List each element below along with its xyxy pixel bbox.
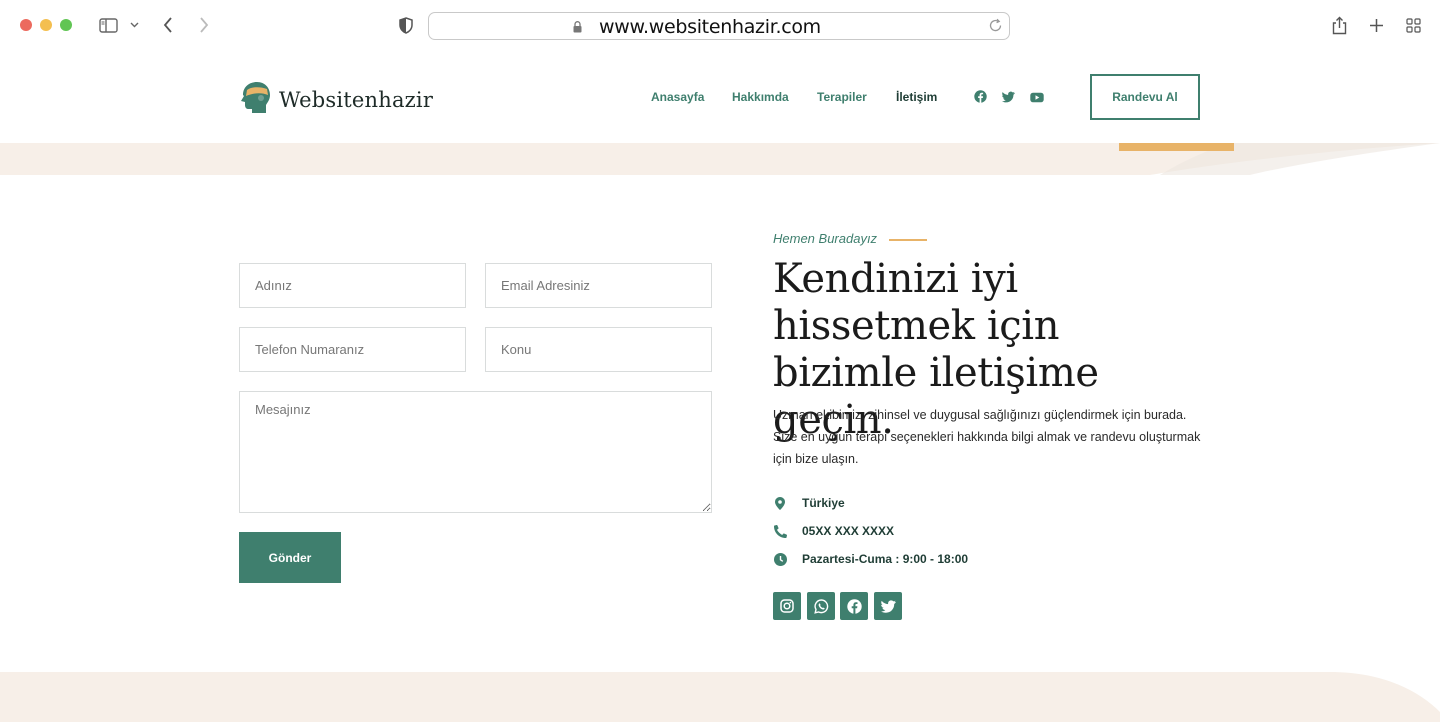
lock-icon <box>573 20 582 38</box>
location-row: Türkiye <box>773 494 845 512</box>
nav-item-hakkimda[interactable]: Hakkımda <box>732 90 789 104</box>
new-tab-icon[interactable] <box>1367 14 1385 36</box>
instagram-icon[interactable] <box>773 592 801 620</box>
forward-icon[interactable] <box>196 14 212 36</box>
message-field[interactable] <box>239 391 712 513</box>
twitter-icon[interactable] <box>874 592 902 620</box>
nav-item-iletisim[interactable]: İletişim <box>896 90 937 104</box>
intro-text: Uzman ekibimiz, zihinsel ve duygusal sağ… <box>773 408 1201 466</box>
tab-overview-icon[interactable] <box>1404 14 1422 36</box>
eyebrow-divider <box>889 239 927 241</box>
site-header: Websitenhazir Anasayfa Hakkımda Terapile… <box>0 52 1440 143</box>
share-icon[interactable] <box>1330 14 1348 36</box>
nav-item-terapiler[interactable]: Terapiler <box>817 90 867 104</box>
phone-field[interactable] <box>239 327 466 372</box>
sidebar-toggle-icon[interactable] <box>98 14 118 36</box>
clock-icon <box>773 552 787 566</box>
phone-row: 05XX XXX XXXX <box>773 522 894 540</box>
brand-name: Websitenhazir <box>279 88 434 112</box>
facebook-icon[interactable] <box>840 592 868 620</box>
whatsapp-icon[interactable] <box>807 592 835 620</box>
browser-chrome: www.websitenhazir.com <box>0 0 1440 52</box>
zoom-window-button[interactable] <box>60 19 72 31</box>
map-pin-icon <box>773 496 787 510</box>
youtube-icon[interactable] <box>1030 90 1044 104</box>
back-icon[interactable] <box>160 14 176 36</box>
hours-row: Pazartesi-Cuma : 9:00 - 18:00 <box>773 550 968 568</box>
hours-text: Pazartesi-Cuma : 9:00 - 18:00 <box>802 552 969 566</box>
decorative-band-bottom <box>0 672 1440 722</box>
appointment-button[interactable]: Randevu Al <box>1090 74 1200 120</box>
site-logo[interactable]: Websitenhazir <box>239 81 433 119</box>
decorative-band-top <box>0 143 1440 175</box>
phone-text[interactable]: 05XX XXX XXXX <box>802 524 894 538</box>
nav-item-anasayfa[interactable]: Anasayfa <box>651 90 704 104</box>
reload-icon[interactable] <box>988 18 1003 38</box>
close-window-button[interactable] <box>20 19 32 31</box>
head-logo-icon <box>239 81 271 119</box>
phone-icon <box>773 524 787 538</box>
chevron-down-icon[interactable] <box>128 14 140 36</box>
name-field[interactable] <box>239 263 466 308</box>
minimize-window-button[interactable] <box>40 19 52 31</box>
section-eyebrow: Hemen Buradayız <box>773 231 878 246</box>
url-text: www.websitenhazir.com <box>599 16 821 38</box>
twitter-icon[interactable] <box>1002 90 1016 104</box>
location-text: Türkiye <box>802 496 845 510</box>
privacy-shield-icon[interactable] <box>397 14 415 36</box>
subject-field[interactable] <box>485 327 712 372</box>
submit-button[interactable]: Gönder <box>239 532 341 583</box>
email-field[interactable] <box>485 263 712 308</box>
facebook-icon[interactable] <box>974 90 988 104</box>
address-bar[interactable]: www.websitenhazir.com <box>428 12 1010 40</box>
